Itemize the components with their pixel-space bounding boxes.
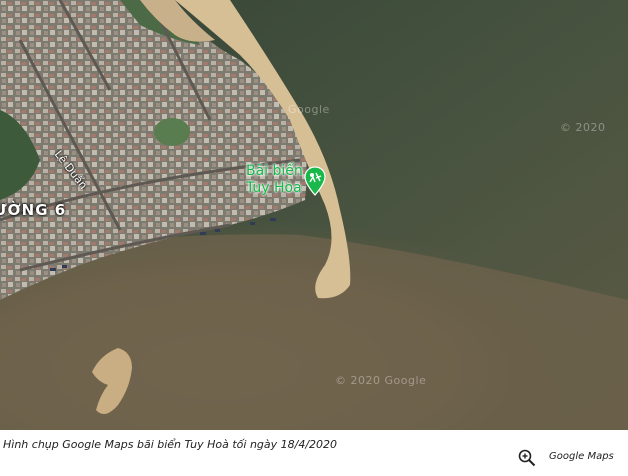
zoom-in-icon[interactable] — [518, 449, 536, 467]
watermark-3: © 2020 Google — [335, 374, 427, 387]
watermark-1: Google — [288, 103, 330, 116]
map-imagery — [0, 0, 628, 430]
map-credit: Google Maps — [549, 451, 614, 462]
image-caption: Hình chụp Google Maps bãi biển Tuy Hoà t… — [3, 438, 338, 451]
watermark-2: © 2020 — [560, 121, 606, 134]
poi-label[interactable]: Bãi biển Tuy Hòa — [246, 163, 303, 197]
poi-label-line2: Tuy Hòa — [246, 180, 302, 196]
satellite-map[interactable]: ƯỜNG 6 Lê Duẩn Bãi biển Tuy Hòa Google ©… — [0, 0, 628, 430]
ward-label: ƯỜNG 6 — [0, 201, 67, 219]
poi-label-line1: Bãi biển — [246, 163, 303, 179]
beach-marker-icon[interactable] — [304, 166, 326, 196]
